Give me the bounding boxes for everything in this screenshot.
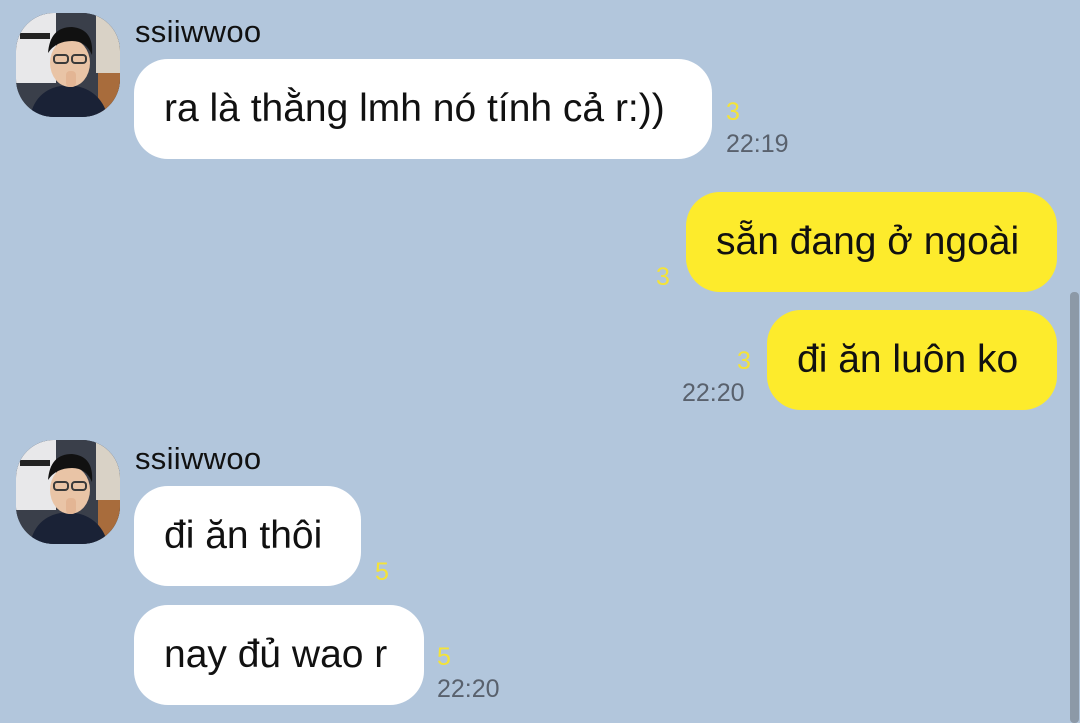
chat-view[interactable]: ssiiwwoo ra là thằng lmh nó tính cả r:))… <box>0 0 1080 723</box>
message-text: sẵn đang ở ngoài <box>716 220 1020 263</box>
message-time: 22:20 <box>682 379 745 407</box>
sender-name: ssiiwwoo <box>135 441 262 476</box>
avatar-photo-icon <box>16 13 120 117</box>
scrollbar[interactable] <box>1070 292 1079 723</box>
sender-name: ssiiwwoo <box>135 14 262 49</box>
unread-count: 5 <box>437 643 451 671</box>
unread-count: 5 <box>375 558 389 586</box>
message-bubble[interactable]: sẵn đang ở ngoài <box>686 192 1057 292</box>
unread-count: 3 <box>737 347 751 375</box>
message-text: ra là thằng lmh nó tính cả r:)) <box>164 87 665 130</box>
avatar-photo-icon <box>16 440 120 544</box>
message-bubble[interactable]: ra là thằng lmh nó tính cả r:)) <box>134 59 712 159</box>
message-bubble[interactable]: đi ăn luôn ko <box>767 310 1057 410</box>
message-text: đi ăn luôn ko <box>797 338 1019 381</box>
message-time: 22:19 <box>726 130 789 158</box>
unread-count: 3 <box>726 98 740 126</box>
unread-count: 3 <box>656 263 670 291</box>
sender-avatar[interactable] <box>16 440 120 544</box>
sender-avatar[interactable] <box>16 13 120 117</box>
message-text: đi ăn thôi <box>164 514 323 557</box>
message-bubble[interactable]: nay đủ wao r <box>134 605 424 705</box>
message-bubble[interactable]: đi ăn thôi <box>134 486 361 586</box>
message-text: nay đủ wao r <box>164 633 388 676</box>
message-time: 22:20 <box>437 675 500 703</box>
